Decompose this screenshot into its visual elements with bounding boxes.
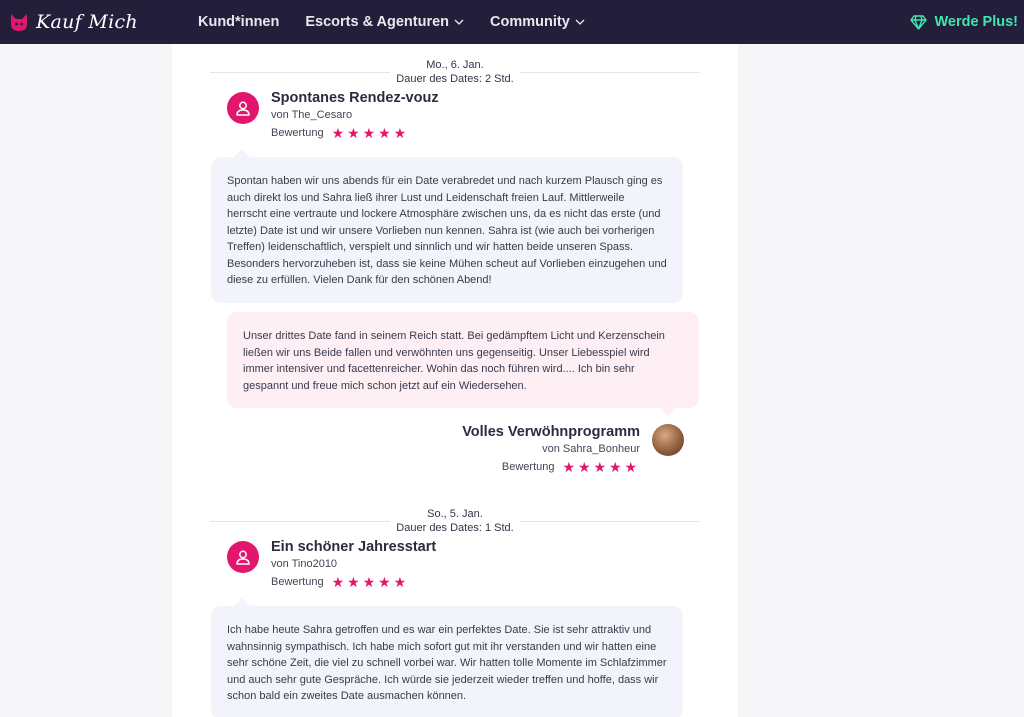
star-icon: ★ <box>362 574 376 590</box>
werde-plus-button[interactable]: Werde Plus! <box>910 0 1018 44</box>
review-text-bubble: Ich habe heute Sahra getroffen und es wa… <box>211 598 683 717</box>
star-rating: ★ ★ ★ ★ ★ <box>332 575 410 589</box>
duration-label: Dauer des Dates: 2 Std. <box>390 72 520 86</box>
star-icon: ★ <box>347 125 360 141</box>
reply-text: Unser drittes Date fand in seinem Reich … <box>243 330 665 392</box>
star-icon: ★ <box>578 459 591 475</box>
date-label: Mo., 6. Jan. <box>426 59 484 71</box>
star-icon: ★ <box>562 459 576 475</box>
star-icon: ★ <box>593 459 607 475</box>
review-rating: Bewertung ★ ★ ★ ★ ★ <box>271 126 409 140</box>
rating-label: Bewertung <box>271 576 324 588</box>
user-icon <box>236 550 250 565</box>
avatar <box>227 541 259 573</box>
werde-plus-label: Werde Plus! <box>934 14 1018 30</box>
chevron-down-icon <box>575 19 585 25</box>
logo-text: Kauf Mich <box>36 11 138 33</box>
duration-label: Dauer des Dates: 1 Std. <box>390 521 520 535</box>
profile-photo[interactable] <box>652 424 684 456</box>
cat-logo-icon <box>11 14 27 31</box>
review-author[interactable]: von The_Cesaro <box>271 109 352 121</box>
star-icon: ★ <box>624 459 638 475</box>
review-rating: Bewertung ★ ★ ★ ★ ★ <box>271 575 409 589</box>
logo[interactable]: Kauf Mich <box>8 11 168 33</box>
reply-title: Volles Verwöhnprogramm <box>462 424 640 440</box>
star-icon: ★ <box>331 125 345 141</box>
review-text: Spontan haben wir uns abends für ein Dat… <box>227 175 667 286</box>
nav-item-escorts-agenturen[interactable]: Escorts & Agenturen <box>305 14 464 30</box>
review-title: Spontanes Rendez-vouz <box>271 90 439 106</box>
avatar <box>227 92 259 124</box>
star-icon: ★ <box>378 125 391 141</box>
star-icon: ★ <box>393 574 407 590</box>
diamond-icon <box>910 14 928 30</box>
rating-label: Bewertung <box>501 461 555 473</box>
star-rating: ★ ★ ★ ★ ★ <box>332 126 410 140</box>
rating-label: Bewertung <box>271 127 324 139</box>
reply-header: Volles Verwöhnprogramm von Sahra_Bonheur… <box>384 424 684 484</box>
review-text: Ich habe heute Sahra getroffen und es wa… <box>227 624 667 702</box>
star-icon: ★ <box>378 574 391 590</box>
nav-item-community[interactable]: Community <box>490 14 585 30</box>
reply-text-bubble: Unser drittes Date fand in seinem Reich … <box>227 312 699 416</box>
nav-item-label: Community <box>490 14 570 30</box>
reply-author[interactable]: von Sahra_Bonheur <box>542 443 640 455</box>
star-icon: ★ <box>609 459 622 475</box>
reviews-card: Mo., 6. Jan. Dauer des Dates: 2 Std. Spo… <box>172 44 738 717</box>
user-icon <box>236 101 250 116</box>
review-title: Ein schöner Jahresstart <box>271 539 437 555</box>
nav-item-label: Kund*innen <box>198 14 280 30</box>
nav-item-label: Escorts & Agenturen <box>305 14 450 30</box>
star-icon: ★ <box>393 125 407 141</box>
star-icon: ★ <box>347 574 360 590</box>
star-icon: ★ <box>362 125 376 141</box>
review-text-bubble: Spontan haben wir uns abends für ein Dat… <box>211 149 683 303</box>
star-icon: ★ <box>331 574 345 590</box>
review-author[interactable]: von Tino2010 <box>271 558 337 570</box>
reply-rating: Bewertung ★ ★ ★ ★ ★ <box>502 460 640 474</box>
date-separator: Mo., 6. Jan. Dauer des Dates: 2 Std. <box>210 48 700 86</box>
date-separator: So., 5. Jan. Dauer des Dates: 1 Std. <box>210 497 700 535</box>
chevron-down-icon <box>454 19 464 25</box>
main-nav: Kund*innen Escorts & Agenturen Community <box>198 14 611 30</box>
star-rating: ★ ★ ★ ★ ★ <box>563 460 641 474</box>
nav-item-kundinnen[interactable]: Kund*innen <box>198 14 279 30</box>
top-navbar: Kauf Mich Kund*innen Escorts & Agenturen… <box>0 0 1024 44</box>
date-label: So., 5. Jan. <box>427 508 483 520</box>
